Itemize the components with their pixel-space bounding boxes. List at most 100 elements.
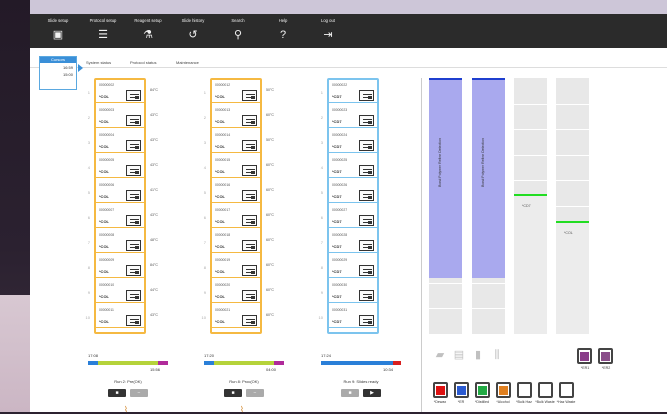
slide-card[interactable]: 00000028 *CD7 — [329, 232, 377, 253]
slide-slot[interactable]: 2 00000023 *CD7 — [313, 105, 423, 130]
slide-card[interactable]: 00000031 *CD7 — [329, 307, 377, 328]
slide-card[interactable]: 00000004 *COL — [96, 132, 144, 153]
tab-protocol-status[interactable]: Protocol status — [130, 60, 156, 65]
menu-help[interactable]: Help ? — [267, 16, 299, 46]
slide-tray-1[interactable]: 1 00000002 *COL 84°C 2 00000003 *COL 43°… — [80, 78, 190, 344]
menu-slide-setup[interactable]: Slide setup ▣ — [42, 16, 74, 46]
slide-slot[interactable]: 9 00000010 *COL 44°C — [80, 280, 190, 305]
slide-card[interactable]: 00000018 *COL — [212, 232, 260, 253]
slot-number: 8 — [203, 265, 206, 270]
menu-reagent-setup[interactable]: Reagent setup ⚗ — [132, 16, 164, 46]
slide-slot[interactable]: 3 00000014 *COL 50°C — [196, 130, 306, 155]
bulk-container[interactable] — [454, 382, 469, 398]
slide-slot[interactable]: 6 00000027 *CD7 — [313, 205, 423, 230]
slide-slot[interactable]: 8 00000009 *COL 84°C — [80, 255, 190, 280]
start-button[interactable]: ▶ — [363, 389, 381, 397]
slide-card[interactable]: 00000010 *COL — [96, 282, 144, 303]
slide-slot[interactable]: 10 00000021 *COL 60°C — [196, 305, 306, 330]
pause-button[interactable]: − — [130, 389, 148, 397]
slide-slot[interactable]: 4 00000025 *CD7 — [313, 155, 423, 180]
slide-slot[interactable]: 6 00000017 *COL 60°C — [196, 205, 306, 230]
slide-slot[interactable]: 5 00000016 *COL 60°C — [196, 180, 306, 205]
slide-card[interactable]: 00000011 *COL — [96, 307, 144, 328]
bulk-container[interactable] — [538, 382, 553, 398]
slide-card[interactable]: 00000016 *COL — [212, 182, 260, 203]
slide-card[interactable]: 00000027 *CD7 — [329, 207, 377, 228]
slide-card[interactable]: 00000024 *CD7 — [329, 132, 377, 153]
slide-card[interactable]: 00000021 *COL — [212, 307, 260, 328]
stop-button[interactable]: ■ — [341, 389, 359, 397]
slide-slot[interactable]: 7 00000028 *CD7 — [313, 230, 423, 255]
slide-slot[interactable]: 2 00000013 *COL 60°C — [196, 105, 306, 130]
slide-card[interactable]: 00000019 *COL — [212, 257, 260, 278]
run-start-time: 17:08 — [88, 353, 99, 358]
slide-slot[interactable]: 5 00000006 *COL 41°C — [80, 180, 190, 205]
slide-card[interactable]: 00000015 *COL — [212, 157, 260, 178]
slide-slot[interactable]: 8 00000019 *COL 60°C — [196, 255, 306, 280]
stop-button[interactable]: ■ — [108, 389, 126, 397]
menu-label: Log out — [321, 18, 335, 23]
help-icon: ? — [279, 29, 287, 41]
menu-slide-history[interactable]: Slide history ↺ — [177, 16, 209, 46]
slide-slot[interactable]: 3 00000004 *COL 43°C — [80, 130, 190, 155]
slide-label-icon — [242, 140, 257, 151]
reagent-station-3[interactable]: *CD7 — [514, 78, 547, 334]
slide-card[interactable]: 00000005 *COL — [96, 157, 144, 178]
bulk-container[interactable] — [517, 382, 532, 398]
slide-card[interactable]: 00000020 *COL — [212, 282, 260, 303]
bulk-container[interactable] — [559, 382, 574, 398]
slide-slot[interactable]: 10 00000031 *CD7 — [313, 305, 423, 330]
slide-card[interactable]: 00000002 *COL — [96, 82, 144, 103]
slide-slot[interactable]: 8 00000029 *CD7 — [313, 255, 423, 280]
slide-slot[interactable]: 7 00000008 *COL 48°C — [80, 230, 190, 255]
menu-search[interactable]: Search ⚲ — [222, 16, 254, 46]
slide-card[interactable]: 00000009 *COL — [96, 257, 144, 278]
slide-card[interactable]: 00000030 *CD7 — [329, 282, 377, 303]
pause-button[interactable]: − — [246, 389, 264, 397]
tab-system-status[interactable]: System status — [86, 60, 111, 65]
slide-card[interactable]: 00000017 *COL — [212, 207, 260, 228]
slide-slot[interactable]: 9 00000020 *COL 60°C — [196, 280, 306, 305]
bulk-container[interactable] — [475, 382, 490, 398]
slide-slot[interactable]: 1 00000002 *COL 84°C — [80, 80, 190, 105]
bulk-container[interactable] — [496, 382, 511, 398]
reagent-bottle[interactable] — [598, 348, 613, 364]
slide-slot[interactable]: 2 00000003 *COL 43°C — [80, 105, 190, 130]
menu-log-out[interactable]: Log out ⇥ — [312, 16, 344, 46]
slide-slot[interactable]: 6 00000007 *COL 43°C — [80, 205, 190, 230]
slide-card[interactable]: 00000022 *CD7 — [329, 82, 377, 103]
slide-card[interactable]: 00000025 *CD7 — [329, 157, 377, 178]
menu-label: Slide setup — [47, 18, 69, 23]
slide-card[interactable]: 00000026 *CD7 — [329, 182, 377, 203]
slide-slot[interactable]: 7 00000018 *COL 60°C — [196, 230, 306, 255]
slide-card[interactable]: 00000012 *COL — [212, 82, 260, 103]
reagent-station-1[interactable]: Bond Polymer Refine Detection — [429, 78, 462, 334]
stop-button[interactable]: ■ — [224, 389, 242, 397]
slide-slot[interactable]: 3 00000024 *CD7 — [313, 130, 423, 155]
slide-slot[interactable]: 4 00000015 *COL 60°C — [196, 155, 306, 180]
slide-card[interactable]: 00000014 *COL — [212, 132, 260, 153]
reagent-station-4[interactable]: *COL — [556, 78, 589, 334]
slide-card[interactable]: 00000013 *COL — [212, 107, 260, 128]
slide-card[interactable]: 00000023 *CD7 — [329, 107, 377, 128]
slide-card[interactable]: 00000006 *COL — [96, 182, 144, 203]
slide-card[interactable]: 00000029 *CD7 — [329, 257, 377, 278]
run-status-1: 17:08 15:56 Run 2: Pre(OK) ■ − ⌇ — [88, 353, 198, 414]
cursor-times-panel[interactable]: Cursors 16:59 15:00 — [39, 56, 77, 90]
slide-slot[interactable]: 10 00000011 *COL 43°C — [80, 305, 190, 330]
reagent-bottle[interactable] — [577, 348, 592, 364]
slide-tray-3[interactable]: 1 00000022 *CD7 2 00000023 *CD7 3 000000… — [313, 78, 423, 344]
slide-card[interactable]: 00000007 *COL — [96, 207, 144, 228]
reagent-station-2[interactable]: Bond Polymer Refine Detection — [472, 78, 505, 334]
slide-slot[interactable]: 9 00000030 *CD7 — [313, 280, 423, 305]
slide-tray-2[interactable]: 1 00000012 *COL 50°C 2 00000013 *COL 60°… — [196, 78, 306, 344]
bulk-container[interactable] — [433, 382, 448, 398]
slide-card[interactable]: 00000003 *COL — [96, 107, 144, 128]
slide-slot[interactable]: 1 00000012 *COL 50°C — [196, 80, 306, 105]
slide-slot[interactable]: 4 00000005 *COL 43°C — [80, 155, 190, 180]
slide-card[interactable]: 00000008 *COL — [96, 232, 144, 253]
tab-maintenance[interactable]: Maintenance — [176, 60, 199, 65]
slide-slot[interactable]: 5 00000026 *CD7 — [313, 180, 423, 205]
menu-protocol-setup[interactable]: Protocol setup ☰ — [87, 16, 119, 46]
slide-slot[interactable]: 1 00000022 *CD7 — [313, 80, 423, 105]
